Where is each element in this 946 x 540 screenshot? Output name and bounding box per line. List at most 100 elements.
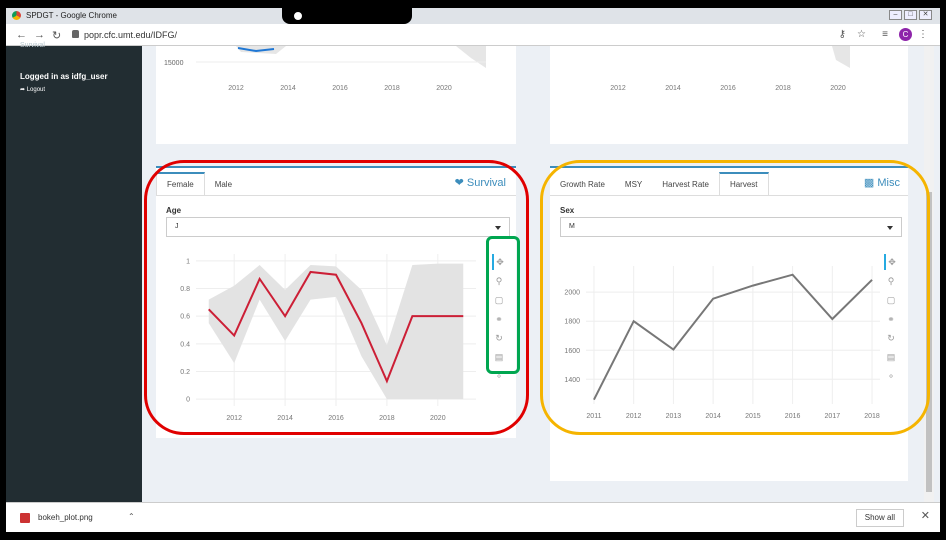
hover-icon[interactable]: ⚬ xyxy=(884,368,898,384)
logout-label: Logout xyxy=(26,87,46,93)
age-select[interactable]: J xyxy=(166,217,510,237)
x-tick-label: 2011 xyxy=(586,413,601,420)
y-tick-label: 0.8 xyxy=(180,286,190,293)
wheel-zoom-icon[interactable]: ⚭ xyxy=(492,311,506,327)
x-tick-label: 2014 xyxy=(705,413,721,420)
y-tick-label: 1400 xyxy=(564,377,580,384)
scrollbar-thumb[interactable] xyxy=(926,192,932,492)
close-window-button[interactable]: ✕ xyxy=(919,10,932,20)
download-item[interactable]: bokeh_plot.png ⌃ xyxy=(14,509,144,527)
tab-indicator xyxy=(292,10,304,22)
y-tick-label: 0.2 xyxy=(180,369,190,376)
tab-male[interactable]: Male xyxy=(205,174,242,195)
top-right-band xyxy=(832,46,850,68)
reload-icon[interactable]: ↻ xyxy=(52,29,61,42)
x-tick-label: 2020 xyxy=(436,85,452,92)
x-tick-label: 2016 xyxy=(332,85,348,92)
forward-icon[interactable]: → xyxy=(34,29,45,41)
survival-title: ❤ Survival xyxy=(455,176,506,189)
sex-select[interactable]: M xyxy=(560,217,902,237)
lock-icon[interactable] xyxy=(72,30,79,38)
x-tick-label: 2018 xyxy=(775,85,791,92)
age-label: Age xyxy=(166,206,182,215)
wheel-zoom-icon[interactable]: ⚭ xyxy=(884,311,898,327)
pan-tool-icon[interactable]: ✥ xyxy=(884,254,898,270)
box-select-icon[interactable]: ▢ xyxy=(884,292,898,308)
pan-tool-icon[interactable]: ✥ xyxy=(492,254,506,270)
x-tick-label: 2012 xyxy=(610,85,626,92)
x-tick-label: 2014 xyxy=(280,85,296,92)
y-tick-label: 1 xyxy=(186,258,190,265)
x-tick-label: 2018 xyxy=(379,415,395,422)
back-icon[interactable]: ← xyxy=(16,29,27,41)
tab-harvest-rate[interactable]: Harvest Rate xyxy=(652,174,719,195)
x-tick-label: 2015 xyxy=(745,413,761,420)
x-tick-label: 2016 xyxy=(328,415,344,422)
y-tick-label: 0.4 xyxy=(180,341,190,348)
download-bar: bokeh_plot.png ⌃ Show all ✕ xyxy=(6,502,940,532)
profile-avatar[interactable]: C xyxy=(899,28,912,41)
heartbeat-icon: ❤ xyxy=(454,177,464,189)
box-select-icon[interactable]: ▢ xyxy=(492,292,506,308)
survival-title-text: Survival xyxy=(466,177,506,189)
save-icon[interactable]: ▤ xyxy=(884,349,898,365)
address-bar: ← → ↻ popr.cfc.umt.edu/IDFG/ ⚷ ☆ ≡ C ⋮ xyxy=(6,24,940,46)
screen-frame: SPDGT - Google Chrome – □ ✕ ← → ↻ popr.c… xyxy=(0,0,946,540)
x-tick-label: 2012 xyxy=(626,413,642,420)
x-tick-label: 2012 xyxy=(228,85,244,92)
url-input[interactable]: popr.cfc.umt.edu/IDFG/ xyxy=(84,30,177,40)
playlist-icon[interactable]: ≡ xyxy=(882,29,888,40)
chrome-icon xyxy=(12,11,21,20)
show-all-button[interactable]: Show all xyxy=(855,509,904,527)
sidebar-item-survival[interactable]: Survival xyxy=(20,42,45,49)
top-left-ytick: 15000 xyxy=(164,60,184,67)
tab-growth-rate[interactable]: Growth Rate xyxy=(550,174,615,195)
misc-title: ▩ Misc xyxy=(864,176,900,189)
tab-harvest[interactable]: Harvest xyxy=(718,172,769,195)
box-zoom-icon[interactable]: ⚲ xyxy=(884,273,898,289)
top-left-chart-box: 15000 2012 2014 2016 2018 2020 xyxy=(156,46,516,144)
top-left-chart: 15000 2012 2014 2016 2018 2020 xyxy=(164,46,486,92)
x-tick-label: 2016 xyxy=(785,413,801,420)
survival-chart: 0 0.2 0.4 0.6 0.8 1 2012 2014 2016 2018 2020 xyxy=(180,254,476,422)
menu-icon[interactable]: ⋮ xyxy=(918,29,928,40)
save-icon[interactable]: ▤ xyxy=(492,349,506,365)
download-filename: bokeh_plot.png xyxy=(38,513,93,522)
y-tick-label: 0 xyxy=(186,397,190,404)
survival-box: Female Male ❤ Survival Age J 0 0.2 0.4 0.6 0… xyxy=(156,166,516,438)
age-select-value: J xyxy=(175,223,179,230)
x-tick-label: 2013 xyxy=(666,413,682,420)
sex-select-value: M xyxy=(569,223,575,230)
sidebar: Survival Logged in as idfg_user ➦ Logout xyxy=(6,42,142,502)
x-tick-label: 2017 xyxy=(825,413,841,420)
puzzle-icon: ▩ xyxy=(863,177,875,189)
star-icon[interactable]: ☆ xyxy=(857,29,866,40)
x-tick-label: 2014 xyxy=(665,85,681,92)
misc-title-text: Misc xyxy=(877,177,900,189)
misc-tabs: Growth Rate MSY Harvest Rate Harvest xyxy=(550,172,908,196)
sex-label: Sex xyxy=(560,206,575,215)
chevron-up-icon[interactable]: ⌃ xyxy=(128,512,135,521)
y-tick-label: 1800 xyxy=(564,319,580,326)
tab-female[interactable]: Female xyxy=(156,172,205,195)
x-tick-label: 2012 xyxy=(226,415,242,422)
x-tick-label: 2018 xyxy=(384,85,400,92)
tab-msy[interactable]: MSY xyxy=(615,174,652,195)
reset-icon[interactable]: ↻ xyxy=(492,330,506,346)
maximize-button[interactable]: □ xyxy=(904,10,917,20)
page-scrollbar[interactable] xyxy=(924,46,934,502)
key-icon[interactable]: ⚷ xyxy=(839,29,846,40)
window-controls: – □ ✕ xyxy=(889,10,932,20)
window-title: SPDGT - Google Chrome xyxy=(26,11,117,20)
x-tick-label: 2016 xyxy=(720,85,736,92)
survival-plot-toolbar: ✥ ⚲ ▢ ⚭ ↻ ▤ ⚬ xyxy=(492,254,506,384)
hover-icon[interactable]: ⚬ xyxy=(492,368,506,384)
logout-link[interactable]: ➦ Logout xyxy=(20,86,45,93)
browser-titlebar: SPDGT - Google Chrome – □ ✕ xyxy=(6,8,940,24)
close-icon[interactable]: ✕ xyxy=(921,509,930,522)
minimize-button[interactable]: – xyxy=(889,10,902,20)
misc-plot-toolbar: ✥ ⚲ ▢ ⚭ ↻ ▤ ⚬ xyxy=(884,254,898,384)
reset-icon[interactable]: ↻ xyxy=(884,330,898,346)
x-tick-label: 2020 xyxy=(430,415,446,422)
box-zoom-icon[interactable]: ⚲ xyxy=(492,273,506,289)
